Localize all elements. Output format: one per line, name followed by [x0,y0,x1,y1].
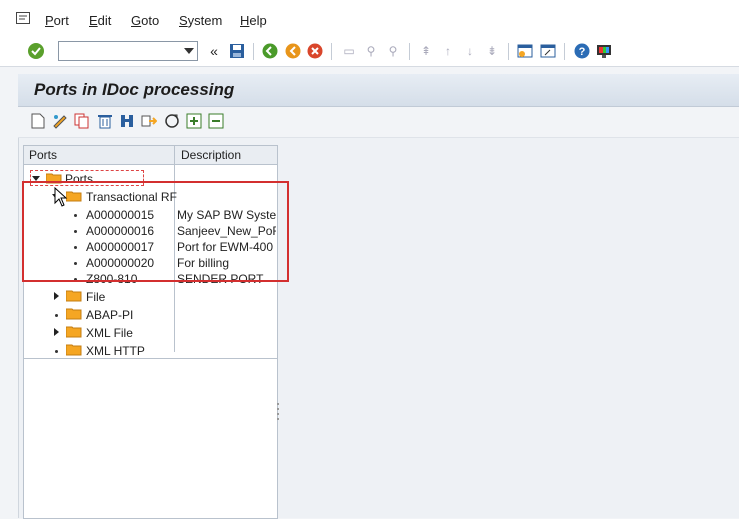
menu-help[interactable]: Help [240,13,267,28]
menu-goto[interactable]: Goto [131,13,159,28]
port-description: SENDER PORT [177,272,264,286]
tree-node-xml-file[interactable]: XML File [24,324,277,341]
tree-node-ports[interactable]: Ports [24,170,277,187]
enter-icon[interactable] [27,42,45,60]
tree-node-label: Transactional RF [86,190,177,204]
tree-node-label: File [86,290,106,304]
port-description: Sanjeev_New_PoF [177,224,276,238]
folder-icon [66,290,82,302]
cancel-icon[interactable] [306,42,324,60]
port-description: My SAP BW Syster [177,208,276,222]
page-title: Ports in IDoc processing [34,80,235,99]
folder-icon [66,308,82,320]
menu-bar: Port Edit Goto System Help [0,0,739,39]
menu-port[interactable]: Port [45,13,69,28]
tree-node-label: Ports [65,172,94,186]
port-name: A000000015 [86,208,155,222]
customize-layout-icon[interactable] [595,42,613,60]
command-field[interactable] [58,41,198,61]
port-description: Port for EWM-400 [177,240,274,254]
folder-icon [66,326,82,338]
change-icon[interactable] [52,113,68,129]
tree-node-label: XML File [86,326,133,340]
port-name: Z800-810 [86,272,138,286]
folder-open-icon [66,191,82,202]
mouse-cursor-icon [54,187,68,207]
print-icon[interactable]: ▭ [340,42,358,60]
tree-node-abap-pi[interactable]: ABAP-PI [24,306,277,323]
menu-system[interactable]: System [179,13,222,28]
first-page-icon[interactable]: ⇞ [417,42,435,60]
tree-node-port[interactable]: Z800-810 SENDER PORT [24,270,277,287]
system-menu-icon[interactable] [16,12,30,24]
save-icon[interactable] [228,42,246,60]
exit-icon[interactable] [284,42,302,60]
column-header-ports[interactable]: Ports [29,148,57,162]
application-toolbar [18,107,739,138]
help-icon[interactable]: ? [573,42,591,60]
transfer-icon[interactable] [141,113,157,129]
port-name: A000000020 [86,256,155,270]
chevron-down-icon[interactable] [184,48,194,54]
shortcut-icon[interactable] [539,42,557,60]
column-header-description[interactable]: Description [181,148,241,162]
create-icon[interactable] [30,113,46,129]
splitter-handle[interactable] [277,403,279,423]
port-name: A000000016 [86,224,155,238]
create-session-icon[interactable] [516,42,534,60]
expand-arrow-icon[interactable] [54,328,59,336]
previous-page-icon[interactable]: ↑ [439,42,457,60]
find-icon[interactable] [119,113,135,129]
last-page-icon[interactable]: ⇟ [483,42,501,60]
page-title-bar: Ports in IDoc processing [18,74,739,107]
tree-node-label: XML HTTP [86,344,145,358]
collapse-arrow-icon[interactable] [32,176,40,181]
tree-header: Ports Description [24,146,277,165]
refresh-icon[interactable] [164,113,180,129]
expand-icon[interactable] [186,113,202,129]
tree-node-port[interactable]: A000000016 Sanjeev_New_PoF [24,222,277,239]
tree-node-port[interactable]: A000000020 For billing [24,254,277,271]
standard-toolbar: « ▭ ⚲ ⚲ ⇞ ↑ ↓ ⇟ ? [0,38,739,67]
folder-icon [66,344,82,356]
main-area: Ports Description Ports Transactional RF… [18,138,739,519]
next-page-icon[interactable]: ↓ [461,42,479,60]
back-icon[interactable] [261,42,279,60]
tree-node-xml-http[interactable]: XML HTTP [24,342,277,359]
collapse-icon[interactable] [208,113,224,129]
folder-open-icon [46,173,62,184]
tree-node-label: ABAP-PI [86,308,134,322]
port-name: A000000017 [86,240,155,254]
find-next-icon[interactable]: ⚲ [384,42,402,60]
expand-arrow-icon[interactable] [54,292,59,300]
menu-edit[interactable]: Edit [89,13,111,28]
find-icon[interactable]: ⚲ [362,42,380,60]
svg-text:?: ? [579,46,586,58]
copy-icon[interactable] [74,113,90,129]
delete-icon[interactable] [97,113,113,129]
tree-node-port[interactable]: A000000015 My SAP BW Syster [24,206,277,223]
port-description: For billing [177,256,230,270]
tree-node-file[interactable]: File [24,288,277,305]
tree-node-port[interactable]: A000000017 Port for EWM-400 [24,238,277,255]
back-double-icon[interactable]: « [205,42,223,60]
